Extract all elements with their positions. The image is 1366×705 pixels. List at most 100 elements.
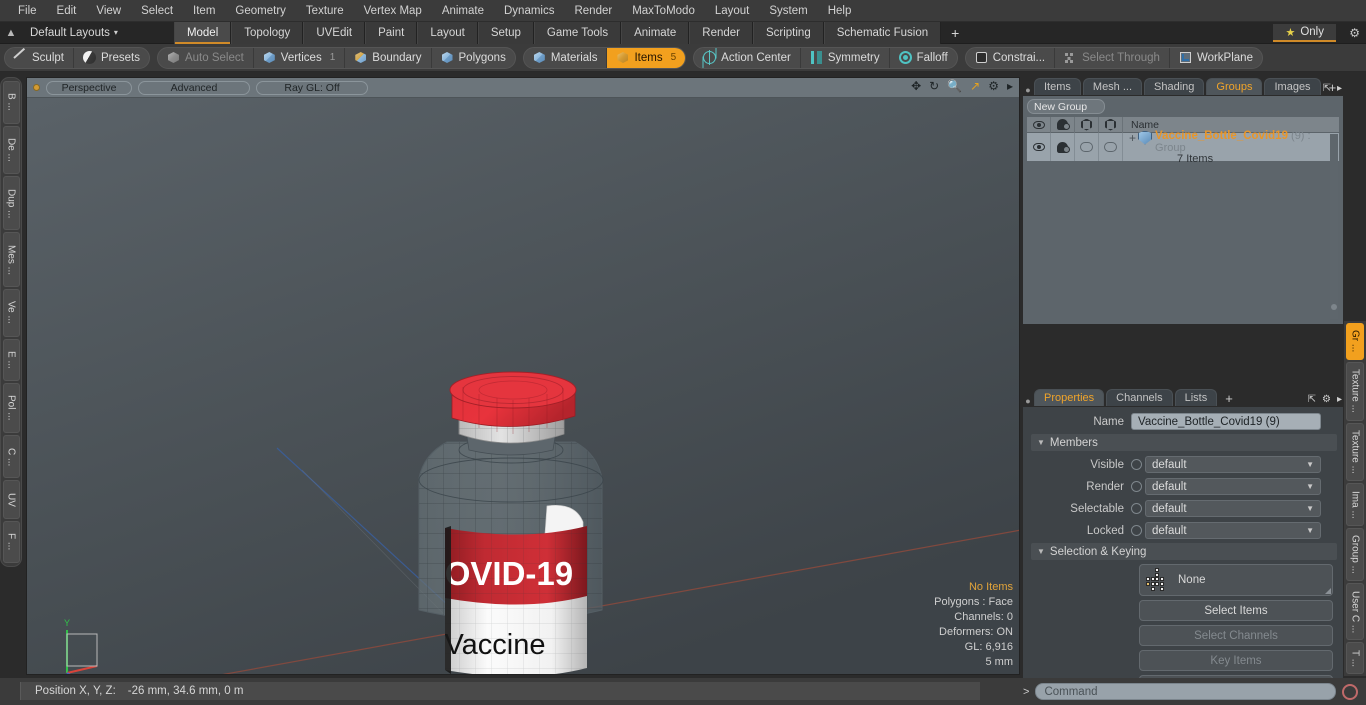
left-tab-fusion[interactable]: F ...: [2, 521, 20, 564]
menu-item-edit[interactable]: Edit: [47, 3, 87, 19]
tool-presets[interactable]: Presets: [74, 48, 149, 68]
left-tab-edge[interactable]: E ...: [2, 338, 20, 382]
expand-icon[interactable]: ⇱: [1308, 394, 1316, 405]
menu-item-system[interactable]: System: [759, 3, 817, 19]
visible-dropdown[interactable]: default ▼: [1145, 456, 1321, 473]
viewport-canvas[interactable]: COVID-19 Vaccine Y No Items Polygons: F…: [27, 98, 1019, 674]
table-row[interactable]: + Vaccine_Bottle_Covid19 (9) : Group 7 I…: [1027, 130, 1339, 165]
tab-layout[interactable]: Layout: [417, 21, 478, 44]
right-tab-tools[interactable]: T ...: [1346, 642, 1364, 674]
tool-constraint[interactable]: Constrai...: [966, 47, 1056, 68]
viewport-raygl-dropdown[interactable]: Ray GL: Off: [256, 80, 368, 95]
tab-setup[interactable]: Setup: [477, 21, 534, 44]
home-icon[interactable]: ▲: [0, 27, 22, 39]
render-dropdown[interactable]: default ▼: [1145, 478, 1321, 495]
select-items-button[interactable]: Select Items: [1139, 600, 1333, 621]
right-tab-texture-1[interactable]: Texture ...: [1346, 361, 1364, 421]
zoom-icon[interactable]: 🔍: [947, 80, 962, 92]
left-tab-uv[interactable]: UV: [2, 480, 20, 520]
gear-icon[interactable]: ⚙: [1349, 26, 1360, 40]
rotate-icon[interactable]: ↻: [929, 80, 939, 92]
row-visible-toggle[interactable]: [1027, 133, 1051, 161]
command-input[interactable]: Command: [1035, 683, 1336, 700]
panel-menu-dot-icon[interactable]: ●: [1022, 396, 1034, 406]
record-icon[interactable]: [1342, 683, 1358, 700]
tool-action-center[interactable]: Action Center: [694, 47, 801, 68]
left-tab-deform[interactable]: De ...: [2, 125, 20, 175]
left-tab-basic[interactable]: B ...: [2, 81, 20, 124]
selectable-radio-icon[interactable]: [1131, 503, 1142, 514]
left-tab-vertex[interactable]: Ve ...: [2, 289, 20, 337]
3d-viewport[interactable]: Perspective Advanced Ray GL: Off ✥ ↻ 🔍 ↗…: [26, 77, 1020, 675]
arrow-right-icon[interactable]: ▸: [1337, 83, 1342, 94]
tool-symmetry[interactable]: Symmetry: [801, 47, 890, 68]
menu-item-select[interactable]: Select: [131, 3, 183, 19]
tab-render[interactable]: Render: [689, 21, 753, 44]
tab-uvedit[interactable]: UVEdit: [303, 21, 366, 44]
name-input[interactable]: Vaccine_Bottle_Covid19 (9): [1131, 413, 1321, 430]
move-icon[interactable]: ✥: [911, 80, 921, 92]
new-group-button[interactable]: New Group: [1027, 99, 1105, 114]
left-tab-duplicate[interactable]: Dup ...: [2, 176, 20, 231]
selection-set-picker[interactable]: None: [1139, 564, 1333, 596]
fit-view-icon[interactable]: ↗: [970, 80, 980, 92]
col-ghost-icon[interactable]: [1051, 116, 1075, 133]
viewport-camera-dropdown[interactable]: Perspective: [46, 80, 132, 95]
left-tab-curve[interactable]: C ...: [2, 435, 20, 479]
tab-topology[interactable]: Topology: [231, 21, 304, 44]
members-section-header[interactable]: ▼ Members: [1031, 434, 1337, 451]
row-select-toggle[interactable]: [1099, 133, 1123, 161]
menu-item-texture[interactable]: Texture: [296, 3, 354, 19]
right-tab-user-channels[interactable]: User C ...: [1346, 583, 1364, 641]
add-properties-tab-button[interactable]: +: [1219, 391, 1239, 406]
menu-item-help[interactable]: Help: [818, 3, 862, 19]
add-tab-button[interactable]: +: [941, 22, 969, 44]
tool-auto-select[interactable]: Auto Select: [158, 47, 254, 68]
tool-materials[interactable]: Materials: [524, 47, 608, 68]
tool-vertices[interactable]: Vertices 1: [254, 47, 346, 68]
right-tab-group[interactable]: Group ...: [1346, 527, 1364, 582]
row-ghost-toggle[interactable]: [1051, 133, 1075, 161]
left-tab-polygon[interactable]: Pol ...: [2, 383, 20, 434]
tab-shading[interactable]: Shading: [1144, 78, 1205, 95]
arrow-right-icon[interactable]: ▸: [1337, 394, 1342, 405]
tool-sculpt[interactable]: Sculpt: [5, 47, 74, 68]
tab-lists[interactable]: Lists: [1174, 389, 1218, 406]
row-render-toggle[interactable]: [1075, 133, 1099, 161]
tab-schematic-fusion[interactable]: Schematic Fusion: [823, 21, 942, 44]
menu-item-layout[interactable]: Layout: [705, 3, 760, 19]
key-items-button[interactable]: Key Items: [1139, 650, 1333, 671]
menu-item-item[interactable]: Item: [183, 3, 225, 19]
visible-radio-icon[interactable]: [1131, 459, 1142, 470]
render-radio-icon[interactable]: [1131, 481, 1142, 492]
tab-paint[interactable]: Paint: [365, 21, 418, 44]
expand-group-icon[interactable]: +: [1129, 131, 1136, 145]
right-tab-texture-2[interactable]: Texture ...: [1346, 422, 1364, 482]
expand-icon[interactable]: ⇱: [1323, 83, 1331, 94]
only-toggle-button[interactable]: ★ Only: [1273, 24, 1336, 42]
selectable-dropdown[interactable]: default ▼: [1145, 500, 1321, 517]
menu-item-vertex-map[interactable]: Vertex Map: [354, 3, 432, 19]
tab-mesh[interactable]: Mesh ...: [1082, 78, 1143, 95]
select-channels-button[interactable]: Select Channels: [1139, 625, 1333, 646]
row-name-cell[interactable]: + Vaccine_Bottle_Covid19 (9) : Group 7 I…: [1123, 130, 1339, 165]
menu-item-dynamics[interactable]: Dynamics: [494, 3, 564, 19]
locked-dropdown[interactable]: default ▼: [1145, 522, 1321, 539]
menu-item-render[interactable]: Render: [564, 3, 622, 19]
selection-keying-section-header[interactable]: ▼ Selection & Keying: [1031, 543, 1337, 560]
right-tab-images[interactable]: Ima ...: [1346, 483, 1364, 526]
tab-groups[interactable]: Groups: [1206, 78, 1263, 95]
arrow-right-icon[interactable]: ▸: [1007, 80, 1013, 92]
tool-polygons[interactable]: Polygons: [432, 48, 515, 68]
tool-falloff[interactable]: Falloff: [890, 48, 957, 68]
right-tab-groups[interactable]: Gr ...: [1346, 323, 1364, 360]
viewport-shading-dropdown[interactable]: Advanced: [138, 80, 250, 95]
tool-select-through[interactable]: Select Through: [1055, 47, 1170, 68]
gear-icon[interactable]: ⚙: [1322, 394, 1331, 405]
tab-items[interactable]: Items: [1034, 78, 1081, 95]
tool-boundary[interactable]: Boundary: [345, 47, 432, 68]
locked-radio-icon[interactable]: [1131, 525, 1142, 536]
col-select-cube-icon[interactable]: [1099, 116, 1123, 133]
tool-items[interactable]: Items 5: [607, 47, 686, 68]
tab-game-tools[interactable]: Game Tools: [533, 21, 622, 44]
